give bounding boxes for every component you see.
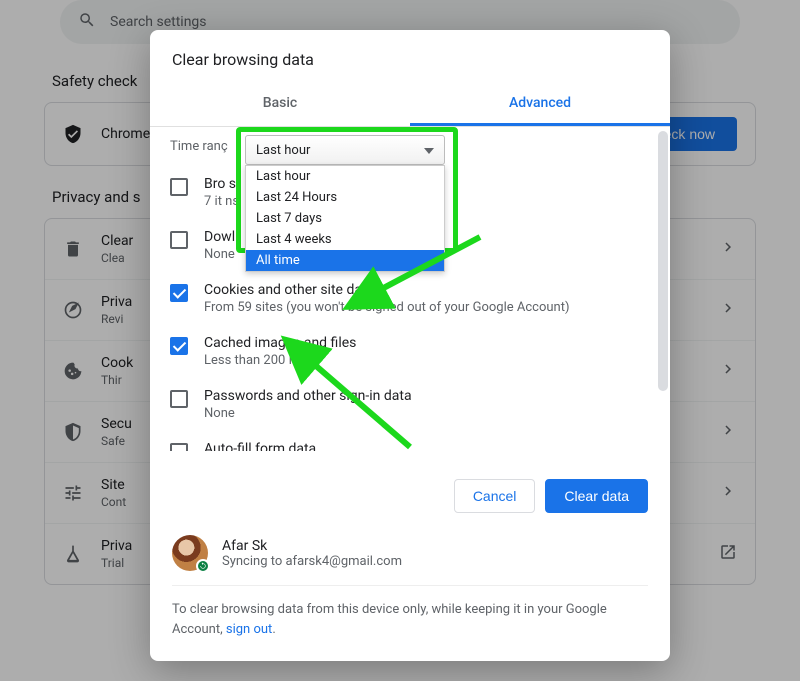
option-last-24-hours[interactable]: Last 24 Hours <box>246 187 444 208</box>
checkbox-download-history[interactable] <box>170 231 188 249</box>
cancel-button[interactable]: Cancel <box>454 479 536 513</box>
time-range-label: Time ranç <box>170 139 228 154</box>
sign-out-link[interactable]: sign out <box>226 622 272 637</box>
sync-badge-icon <box>196 559 210 573</box>
footer-note: To clear browsing data from this device … <box>150 586 670 661</box>
time-range-dropdown: Last hour Last 24 Hours Last 7 days Last… <box>245 165 445 272</box>
checkbox-browsing-history[interactable] <box>170 178 188 196</box>
clear-browsing-data-dialog: Clear browsing data Basic Advanced Time … <box>150 30 670 661</box>
chevron-down-icon <box>424 143 434 158</box>
time-range-select[interactable]: Last hour <box>245 135 445 165</box>
dialog-title: Clear browsing data <box>150 30 670 83</box>
tab-basic[interactable]: Basic <box>150 83 410 126</box>
profile-name: Afar Sk <box>222 538 402 554</box>
avatar <box>172 535 208 571</box>
profile-row: Afar Sk Syncing to afarsk4@gmail.com <box>150 531 670 585</box>
profile-sync-status: Syncing to afarsk4@gmail.com <box>222 554 402 569</box>
clear-data-button[interactable]: Clear data <box>545 479 648 513</box>
tab-advanced[interactable]: Advanced <box>410 83 670 126</box>
checkbox-passwords[interactable] <box>170 390 188 408</box>
scrollbar[interactable] <box>658 131 668 391</box>
option-last-4-weeks[interactable]: Last 4 weeks <box>246 229 444 250</box>
option-all-time[interactable]: All time <box>246 250 444 271</box>
checkbox-autofill[interactable] <box>170 443 188 451</box>
checkbox-cookies[interactable] <box>170 284 188 302</box>
item-cookies: Cookies and other site dataFrom 59 sites… <box>170 272 656 325</box>
checkbox-cached[interactable] <box>170 337 188 355</box>
time-range-value: Last hour <box>256 143 310 158</box>
item-passwords: Passwords and other sign-in dataNone <box>170 378 656 431</box>
option-last-hour[interactable]: Last hour <box>246 166 444 187</box>
item-autofill: Auto-fill form data <box>170 431 656 451</box>
option-last-7-days[interactable]: Last 7 days <box>246 208 444 229</box>
item-cached: Cached images and filesLess than 200 MB <box>170 325 656 378</box>
dialog-tabs: Basic Advanced <box>150 83 670 127</box>
